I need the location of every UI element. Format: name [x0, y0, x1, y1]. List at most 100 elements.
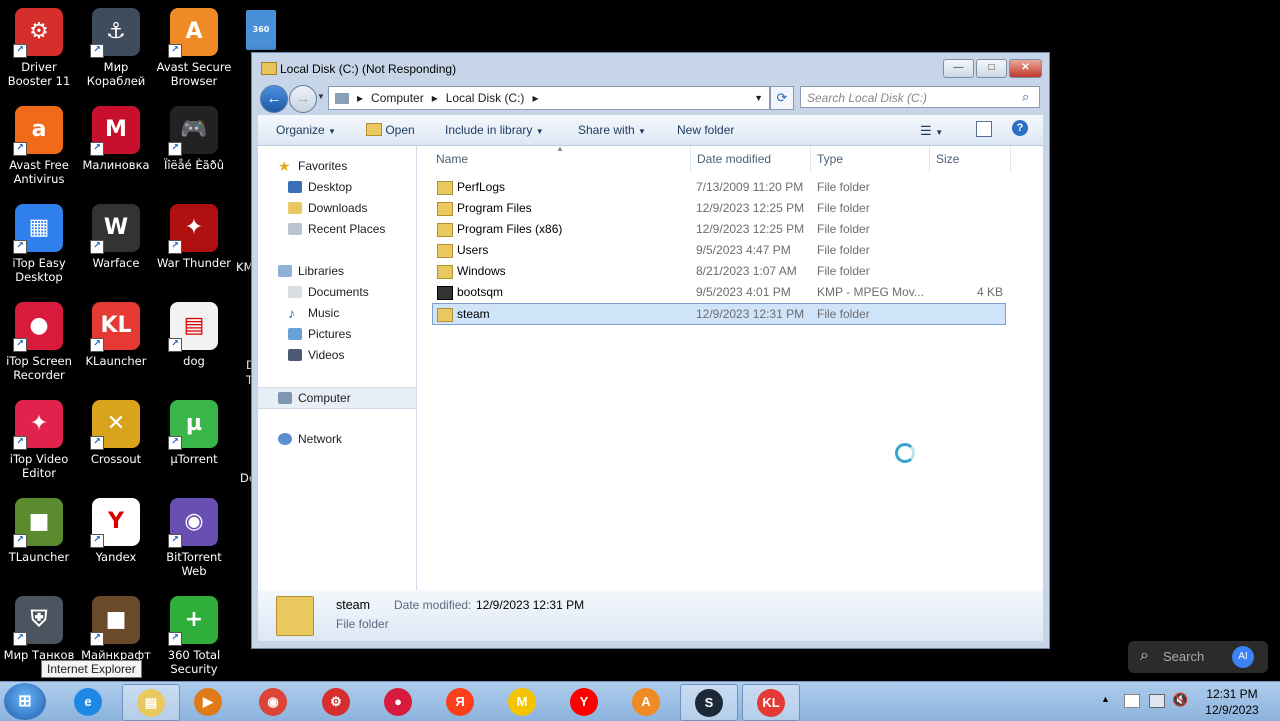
volume-muted-icon[interactable]: 🔇 — [1172, 692, 1188, 708]
taskbar-app-explorer[interactable]: ▤ — [122, 684, 180, 721]
minimize-button[interactable]: — — [943, 59, 974, 78]
recent-pages-dropdown[interactable]: ▼ — [317, 92, 325, 101]
new-folder-button[interactable]: New folder — [677, 123, 734, 137]
preview-pane-button[interactable] — [976, 121, 992, 137]
nav-recent-places[interactable]: Recent Places — [258, 219, 416, 239]
column-separator[interactable] — [810, 146, 811, 172]
share-with-button[interactable]: Share with ▼ — [578, 123, 646, 137]
desktop-icon-20[interactable]: + ↗ 360 Total Security — [155, 596, 233, 676]
include-in-library-button[interactable]: Include in library ▼ — [445, 123, 544, 137]
desktop-icon-9[interactable]: ● ↗ iTop Screen Recorder — [0, 302, 78, 382]
refresh-button[interactable]: ⟳ — [770, 86, 794, 110]
taskbar-app-steam[interactable]: S — [680, 684, 738, 721]
back-button[interactable]: ← — [260, 85, 288, 113]
taskbar-app-klauncher[interactable]: KL — [742, 684, 800, 721]
file-row[interactable]: steam 12/9/2023 12:31 PM File folder — [432, 303, 1006, 325]
column-separator[interactable] — [929, 146, 930, 172]
desktop-icon-10[interactable]: KL ↗ KLauncher — [77, 302, 155, 368]
view-options-button[interactable]: ☰ ▼ — [920, 123, 943, 139]
taskbar-app-yandex-browser[interactable]: Я — [432, 684, 488, 719]
desktop-icon-3[interactable]: a ↗ Avast Free Antivirus — [0, 106, 78, 186]
desktop-icon-4[interactable]: M ↗ Малиновка — [77, 106, 155, 172]
column-header-size[interactable]: Size — [936, 152, 959, 166]
address-segment-local-disk[interactable]: Local Disk (C:) — [446, 91, 525, 105]
address-segment-computer[interactable]: Computer — [371, 91, 424, 105]
title-bar[interactable]: Local Disk (C:) (Not Responding) — □ ✕ — [252, 53, 1049, 83]
shortcut-arrow-icon: ↗ — [13, 632, 27, 646]
taskbar-app-avast-browser[interactable]: A — [618, 684, 674, 719]
taskbar-app-internet-explorer[interactable]: e — [60, 684, 116, 719]
steam-icon: S — [695, 688, 723, 717]
taskbar-app-malinovka[interactable]: M — [494, 684, 550, 719]
column-separator[interactable] — [1010, 146, 1011, 172]
file-row[interactable]: PerfLogs 7/13/2009 11:20 PM File folder — [433, 177, 1005, 197]
nav-downloads[interactable]: Downloads — [258, 198, 416, 218]
explorer-window[interactable]: Local Disk (C:) (Not Responding) — □ ✕ ←… — [251, 52, 1050, 649]
column-header-date[interactable]: Date modified — [697, 152, 771, 166]
videos-icon — [288, 349, 302, 361]
file-row[interactable]: Users 9/5/2023 4:47 PM File folder — [433, 240, 1005, 260]
desktop-icon-6[interactable]: ▦ ↗ iTop Easy Desktop — [0, 204, 78, 284]
help-icon[interactable]: ? — [1012, 120, 1028, 136]
app-icon: ⛨ ↗ — [13, 596, 63, 646]
desktop-icon-17[interactable]: ◉ ↗ BitTorrent Web — [155, 498, 233, 578]
nav-computer[interactable]: Computer — [258, 387, 416, 409]
column-header-name[interactable]: Name — [436, 152, 468, 166]
search-input[interactable]: Search Local Disk (C:) — [800, 86, 1040, 108]
open-button[interactable]: Open — [366, 123, 415, 137]
nav-pictures[interactable]: Pictures — [258, 324, 416, 344]
shortcut-arrow-icon: ↗ — [13, 142, 27, 156]
nav-videos[interactable]: Videos — [258, 345, 416, 365]
taskbar-app-chrome[interactable]: ◉ — [245, 684, 301, 719]
file-row[interactable]: Program Files 12/9/2023 12:25 PM File fold… — [433, 198, 1005, 218]
desktop-icon-7[interactable]: W ↗ Warface — [77, 204, 155, 270]
desktop-icon-11[interactable]: ▤ ↗ dog — [155, 302, 233, 368]
show-hidden-icons-button[interactable]: ▲ — [1101, 694, 1110, 704]
desktop-icon-16[interactable]: Y ↗ Yandex — [77, 498, 155, 564]
desktop-icon-0[interactable]: ⚙ ↗ Driver Booster 11 — [0, 8, 78, 88]
file-row[interactable]: Windows 8/21/2023 1:07 AM File folder — [433, 261, 1005, 281]
ai-assistant-button[interactable]: AI — [1232, 646, 1254, 668]
forward-button[interactable]: → — [289, 85, 317, 113]
desktop-icon-8[interactable]: ✦ ↗ War Thunder — [155, 204, 233, 270]
nav-favorites[interactable]: ★ Favorites — [258, 156, 416, 176]
start-button[interactable]: ⊞ — [4, 683, 46, 720]
nav-libraries[interactable]: Libraries — [258, 261, 416, 281]
desktop-icon-1[interactable]: ⚓ ↗ Мир Кораблей — [77, 8, 155, 88]
file-type: File folder — [817, 264, 870, 278]
nav-network[interactable]: Network — [258, 429, 416, 449]
taskbar-app-media-player[interactable]: ▶ — [180, 684, 236, 719]
column-header-type[interactable]: Type — [817, 152, 843, 166]
desktop-icon-15[interactable]: ■ ↗ TLauncher — [0, 498, 78, 564]
nav-libraries-label: Libraries — [298, 264, 345, 278]
network-tray-icon[interactable] — [1149, 694, 1165, 708]
file-row[interactable]: bootsqm 9/5/2023 4:01 PM KMP - MPEG Mov...… — [433, 282, 1005, 302]
desktop-icon-18[interactable]: ⛨ ↗ Мир Танков — [0, 596, 78, 662]
floating-search[interactable]: ⌕ Search AI — [1128, 641, 1268, 673]
taskbar-app-itop-screen-recorder[interactable]: ● — [370, 684, 426, 719]
column-separator[interactable] — [690, 146, 691, 172]
desktop-icon-14[interactable]: µ ↗ µTorrent — [155, 400, 233, 466]
nav-desktop[interactable]: Desktop — [258, 177, 416, 197]
organize-button[interactable]: Organize ▼ — [276, 123, 336, 137]
nav-documents[interactable]: Documents — [258, 282, 416, 302]
taskbar-app-yandex[interactable]: Y — [556, 684, 612, 719]
desktop-icon-5[interactable]: 🎮 ↗ Ïîëåé Èãðû — [155, 106, 233, 172]
desktop-icon-13[interactable]: ✕ ↗ Crossout — [77, 400, 155, 466]
maximize-button[interactable]: □ — [976, 59, 1007, 78]
search-icon[interactable]: ⌕ — [1022, 89, 1029, 105]
nav-music[interactable]: ♪ Music — [258, 303, 416, 323]
taskbar-app-driver-booster[interactable]: ⚙ — [308, 684, 364, 719]
archive-icon[interactable]: 360 — [246, 10, 276, 54]
address-dropdown[interactable]: ▼ — [754, 93, 763, 103]
desktop-icon-2[interactable]: A ↗ Avast Secure Browser — [155, 8, 233, 88]
action-center-icon[interactable] — [1124, 694, 1140, 708]
address-bar[interactable]: ▸ Computer ▸ Local Disk (C:) ▸ ▼ — [328, 86, 770, 110]
close-button[interactable]: ✕ — [1009, 59, 1042, 78]
desktop-icon-19[interactable]: ■ ↗ Майнкрафт — [77, 596, 155, 662]
network-icon — [278, 433, 292, 445]
file-row[interactable]: Program Files (x86) 12/9/2023 12:25 PM Fil… — [433, 219, 1005, 239]
desktop-icon-12[interactable]: ✦ ↗ iTop Video Editor — [0, 400, 78, 480]
file-type: File folder — [817, 243, 870, 257]
clock[interactable]: 12:31 PM 12/9/2023 — [1192, 686, 1272, 718]
